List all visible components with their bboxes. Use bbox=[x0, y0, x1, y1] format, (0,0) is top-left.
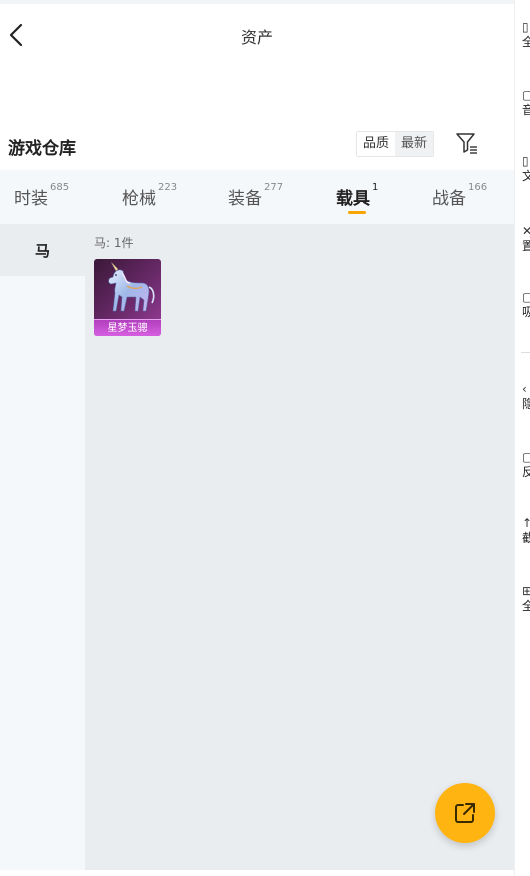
tab-equipment[interactable]: 装备277 bbox=[228, 182, 284, 209]
item-count-label: 马: 1件 bbox=[94, 236, 134, 250]
sort-toggle: 品质 最新 bbox=[356, 131, 435, 157]
side-menu-panel: ▯ 全 ▢ 音 ▯ 文 ✕ 置 ▢ 吸 ‹ 隐 ▢ 反 ↑ 截 ⊞ 全 bbox=[514, 0, 530, 876]
side-menu-label: 文 bbox=[522, 168, 530, 184]
filter-button[interactable] bbox=[455, 131, 479, 155]
side-menu-item[interactable]: ⊞ 全 bbox=[522, 584, 530, 614]
side-menu-divider bbox=[521, 352, 530, 353]
item-card[interactable]: 星梦玉骢 bbox=[94, 259, 161, 336]
frame-icon: ▢ bbox=[522, 88, 530, 102]
page-title: 资产 bbox=[240, 28, 273, 47]
active-tab-indicator bbox=[348, 211, 366, 214]
tab-count: 685 bbox=[50, 182, 70, 193]
side-menu-label: 吸 bbox=[522, 304, 530, 320]
tab-battle-supplies[interactable]: 战备166 bbox=[432, 182, 488, 209]
subcategory-sidebar: 马 bbox=[0, 224, 85, 870]
qr-icon: ▯ bbox=[522, 20, 529, 34]
side-menu-label: 全 bbox=[522, 34, 530, 50]
side-menu-item[interactable]: ▯ 全 bbox=[522, 20, 530, 50]
warehouse-title: 游戏仓库 bbox=[8, 139, 76, 159]
unicorn-icon bbox=[108, 262, 155, 312]
tab-vehicles[interactable]: 载具1 bbox=[336, 182, 379, 209]
grid-icon: ⊞ bbox=[522, 584, 530, 598]
tab-count: 223 bbox=[158, 182, 178, 193]
filter-icon bbox=[456, 133, 477, 154]
side-menu-label: 全 bbox=[522, 598, 530, 614]
tab-count: 1 bbox=[372, 182, 379, 193]
external-link-icon bbox=[455, 803, 475, 823]
sort-newest-button[interactable]: 最新 bbox=[395, 132, 434, 156]
side-menu-item[interactable]: ▢ 反 bbox=[522, 450, 530, 480]
category-tabs: 时装685 枪械223 装备277 载具1 战备166 bbox=[0, 170, 514, 224]
side-menu-item[interactable]: ▯ 文 bbox=[522, 154, 530, 184]
feedback-icon: ▢ bbox=[522, 450, 530, 464]
side-menu-item[interactable]: ▢ 吸 bbox=[522, 290, 530, 320]
side-menu-label: 截 bbox=[522, 530, 530, 546]
share-button[interactable] bbox=[435, 783, 495, 843]
tab-label: 枪械 bbox=[122, 189, 156, 209]
tab-fashion[interactable]: 时装685 bbox=[14, 182, 70, 209]
warehouse-row: 游戏仓库 品质 最新 bbox=[0, 126, 514, 166]
side-menu-item[interactable]: ✕ 置 bbox=[522, 224, 530, 254]
side-menu-label: 隐 bbox=[522, 396, 530, 412]
tab-firearms[interactable]: 枪械223 bbox=[122, 182, 178, 209]
app-screen: 资产 游戏仓库 品质 最新 时装685 枪械223 装备277 载具1 战备16… bbox=[0, 0, 514, 876]
side-menu-label: 置 bbox=[522, 238, 530, 254]
tab-count: 166 bbox=[468, 182, 488, 193]
up-icon: ↑ bbox=[522, 516, 530, 530]
tab-label: 战备 bbox=[432, 189, 466, 209]
side-menu-item[interactable]: ↑ 截 bbox=[522, 516, 530, 546]
tab-count: 277 bbox=[264, 182, 284, 193]
settings-icon: ✕ bbox=[522, 224, 530, 238]
chevron-icon: ‹ bbox=[522, 382, 527, 396]
sort-quality-button[interactable]: 品质 bbox=[357, 132, 396, 156]
tab-label: 时装 bbox=[14, 189, 48, 209]
doc-icon: ▯ bbox=[522, 154, 529, 168]
item-grid: 马: 1件 星梦玉骢 bbox=[85, 224, 514, 870]
bottom-edge bbox=[0, 870, 514, 876]
side-menu-label: 音 bbox=[522, 102, 530, 118]
item-name: 星梦玉骢 bbox=[94, 319, 161, 336]
header-bar: 资产 bbox=[0, 4, 514, 66]
sidebar-item-horse[interactable]: 马 bbox=[0, 224, 85, 276]
side-menu-item[interactable]: ‹ 隐 bbox=[522, 382, 530, 412]
tab-label: 装备 bbox=[228, 189, 262, 209]
side-menu-label: 反 bbox=[522, 464, 530, 480]
box-icon: ▢ bbox=[522, 290, 530, 304]
side-menu-item[interactable]: ▢ 音 bbox=[522, 88, 530, 118]
tab-label: 载具 bbox=[336, 189, 370, 209]
